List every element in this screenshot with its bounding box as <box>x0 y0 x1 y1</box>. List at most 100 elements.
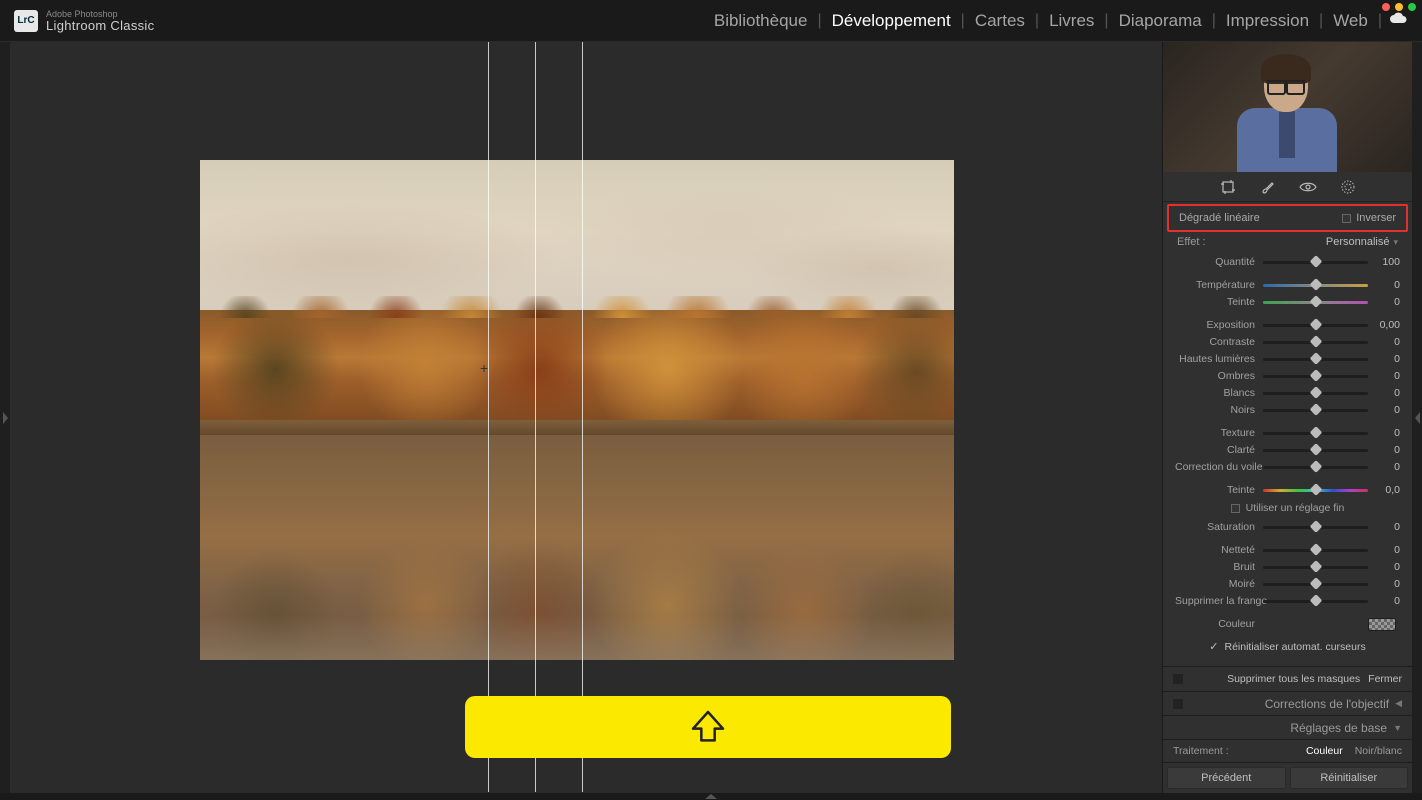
slider-quantit-[interactable]: Quantité100 <box>1175 254 1400 270</box>
previous-button[interactable]: Précédent <box>1167 767 1286 789</box>
effect-dropdown-icon[interactable]: ▾ <box>1393 237 1398 248</box>
expand-bottom-handle[interactable] <box>0 793 1422 800</box>
basic-panel[interactable]: Réglages de base ▼ <box>1163 715 1412 739</box>
color-picker-row[interactable]: Couleur <box>1175 616 1400 632</box>
slider-thumb[interactable] <box>1309 352 1322 365</box>
module-web[interactable]: Web <box>1323 11 1378 31</box>
slider-ombres[interactable]: Ombres 0 <box>1175 368 1400 384</box>
slider-thumb[interactable] <box>1309 594 1322 607</box>
slider-thumb[interactable] <box>1309 295 1322 308</box>
slider-thumb[interactable] <box>1309 560 1322 573</box>
slider-correction-du-voile[interactable]: Correction du voile0 <box>1175 459 1400 475</box>
slider-teinte[interactable]: Teinte 0,0 <box>1175 482 1400 498</box>
slider-thumb[interactable] <box>1309 483 1322 496</box>
module-livres[interactable]: Livres <box>1039 11 1104 31</box>
window-controls[interactable] <box>1382 3 1416 11</box>
slider-label: Teinte <box>1175 296 1263 308</box>
module-bibliothèque[interactable]: Bibliothèque <box>704 11 818 31</box>
slider-thumb[interactable] <box>1309 255 1322 268</box>
slider-label: Teinte <box>1175 484 1263 496</box>
slider-bruit[interactable]: Bruit0 <box>1175 559 1400 575</box>
canvas[interactable]: + <box>10 42 1162 793</box>
module-développement[interactable]: Développement <box>822 11 961 31</box>
slider-label: Bruit <box>1175 561 1263 573</box>
slider-value: 0 <box>1368 595 1400 607</box>
cloud-sync-icon[interactable] <box>1388 11 1408 30</box>
module-cartes[interactable]: Cartes <box>965 11 1035 31</box>
lens-corrections-panel[interactable]: Corrections de l'objectif ◀ <box>1163 691 1412 715</box>
slider-thumb[interactable] <box>1309 443 1322 456</box>
brush-tool-icon[interactable] <box>1259 178 1277 196</box>
slider-value: 0 <box>1368 404 1400 416</box>
fine-label: Utiliser un réglage fin <box>1246 502 1345 514</box>
eye-tool-icon[interactable] <box>1299 178 1317 196</box>
slider-thumb[interactable] <box>1309 335 1322 348</box>
effect-preset-row[interactable]: Effet : Personnalisé▾ <box>1163 233 1412 254</box>
treatment-bw[interactable]: Noir/blanc <box>1355 745 1402 757</box>
slider-exposition[interactable]: Exposition0,00 <box>1175 317 1400 333</box>
invert-checkbox[interactable] <box>1342 214 1351 223</box>
preview-image[interactable] <box>200 160 954 660</box>
slider-value: 0,0 <box>1368 484 1400 496</box>
slider-label: Moiré <box>1175 578 1263 590</box>
delete-all-masks[interactable]: Supprimer tous les masques <box>1227 673 1360 685</box>
slider-saturation[interactable]: Saturation0 <box>1175 519 1400 535</box>
slider-label: Noirs <box>1175 404 1263 416</box>
slider-blancs[interactable]: Blancs0 <box>1175 385 1400 401</box>
slider-texture[interactable]: Texture0 <box>1175 425 1400 441</box>
slider-value: 0 <box>1368 544 1400 556</box>
slider-noirs[interactable]: Noirs 0 <box>1175 402 1400 418</box>
slider-temp-rature[interactable]: Température0 <box>1175 277 1400 293</box>
toggle-panel-icon[interactable] <box>1173 674 1183 684</box>
slider-thumb[interactable] <box>1309 403 1322 416</box>
module-picker: Bibliothèque|Développement|Cartes|Livres… <box>704 11 1408 31</box>
slider-value: 0 <box>1368 336 1400 348</box>
slider-value: 0 <box>1368 370 1400 382</box>
slider-hautes-lumi-res[interactable]: Hautes lumières0 <box>1175 351 1400 367</box>
expand-right-handle[interactable] <box>1412 42 1422 793</box>
app-badge: LrC <box>14 10 38 32</box>
panel-toggle-icon[interactable] <box>1173 699 1183 709</box>
auto-reset-row[interactable]: ✓Réinitialiser automat. curseurs <box>1175 640 1400 653</box>
slider-teinte[interactable]: Teinte 0 <box>1175 294 1400 310</box>
fine-adjust-row[interactable]: Utiliser un réglage fin <box>1175 502 1400 514</box>
expand-left-handle[interactable] <box>0 42 10 793</box>
effect-value: Personnalisé <box>1326 236 1390 248</box>
slider-thumb[interactable] <box>1309 460 1322 473</box>
slider-thumb[interactable] <box>1309 369 1322 382</box>
sliders-container: Quantité100Température0Teinte0Exposition… <box>1163 254 1412 666</box>
radial-tool-icon[interactable] <box>1339 178 1357 196</box>
slider-thumb[interactable] <box>1309 318 1322 331</box>
treatment-color[interactable]: Couleur <box>1306 745 1343 757</box>
reset-button[interactable]: Réinitialiser <box>1290 767 1409 789</box>
slider-contraste[interactable]: Contraste0 <box>1175 334 1400 350</box>
slider-nettet-[interactable]: Netteté0 <box>1175 542 1400 558</box>
crosshair-cursor: + <box>480 360 494 374</box>
crop-tool-icon[interactable] <box>1219 178 1237 196</box>
color-label: Couleur <box>1175 618 1263 630</box>
slider-moir-[interactable]: Moiré 0 <box>1175 576 1400 592</box>
slider-value: 0 <box>1368 387 1400 399</box>
slider-thumb[interactable] <box>1309 543 1322 556</box>
color-swatch[interactable] <box>1368 618 1396 631</box>
slider-supprimer-la-frange[interactable]: Supprimer la frange0 <box>1175 593 1400 609</box>
slider-thumb[interactable] <box>1309 577 1322 590</box>
slider-clart-[interactable]: Clarté0 <box>1175 442 1400 458</box>
slider-thumb[interactable] <box>1309 426 1322 439</box>
slider-thumb[interactable] <box>1309 386 1322 399</box>
shift-arrow-icon <box>688 707 728 747</box>
module-impression[interactable]: Impression <box>1216 11 1319 31</box>
slider-value: 0 <box>1368 578 1400 590</box>
slider-label: Ombres <box>1175 370 1263 382</box>
develop-panel: Dégradé linéaire Inverser Effet : Person… <box>1162 42 1412 793</box>
slider-thumb[interactable] <box>1309 278 1322 291</box>
slider-thumb[interactable] <box>1309 520 1322 533</box>
close-mask-panel[interactable]: Fermer <box>1368 673 1402 685</box>
slider-label: Température <box>1175 279 1263 291</box>
module-diaporama[interactable]: Diaporama <box>1109 11 1212 31</box>
basic-panel-label: Réglages de base <box>1290 721 1387 735</box>
mask-type-label: Dégradé linéaire <box>1179 212 1260 224</box>
fine-checkbox[interactable] <box>1231 504 1240 513</box>
slider-value: 0 <box>1368 296 1400 308</box>
slider-label: Saturation <box>1175 521 1263 533</box>
